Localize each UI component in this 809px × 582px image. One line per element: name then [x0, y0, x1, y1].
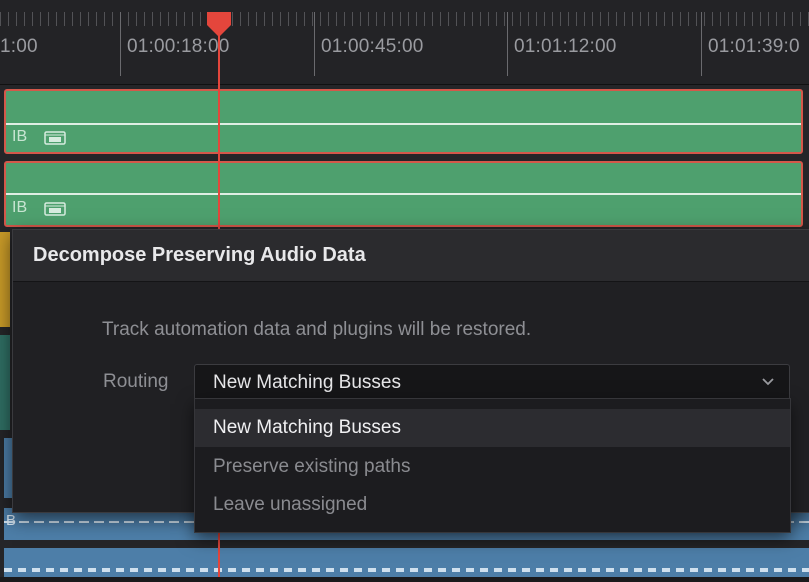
timecode-label: 01:00:18:00: [127, 36, 230, 57]
audio-clip[interactable]: IB: [4, 161, 803, 227]
ruler-minor-ticks: [0, 12, 809, 26]
routing-label: Routing: [103, 371, 169, 392]
ruler-major-tick: [507, 12, 508, 76]
dialog-header: Decompose Preserving Audio Data: [13, 230, 809, 282]
routing-selected-value: New Matching Busses: [213, 372, 401, 393]
routing-select[interactable]: New Matching Busses: [194, 364, 790, 401]
track-color-strip: [0, 335, 10, 430]
chevron-down-icon: [762, 378, 774, 386]
timecode-label: 01:01:39:0: [708, 36, 800, 57]
ruler-major-tick: [120, 12, 121, 76]
timecode-label: 01:00:45:00: [321, 36, 424, 57]
dropdown-option-preserve-existing-paths[interactable]: Preserve existing paths: [195, 448, 790, 486]
audio-clip[interactable]: IB: [4, 89, 803, 154]
ruler-major-tick: [314, 12, 315, 76]
audio-clip-blue[interactable]: [4, 548, 809, 577]
dialog-title: Decompose Preserving Audio Data: [33, 244, 366, 266]
dropdown-option-new-matching-busses[interactable]: New Matching Busses: [195, 409, 790, 447]
playhead-handle-icon[interactable]: [205, 12, 233, 38]
dialog-message: Track automation data and plugins will b…: [102, 319, 532, 340]
track-color-strip: [0, 232, 10, 327]
waveform: [4, 568, 809, 572]
clip-label: IB: [12, 128, 28, 145]
routing-dropdown-menu: New Matching Busses Preserve existing pa…: [194, 398, 791, 533]
clip-volume-line: [6, 193, 801, 195]
timeline-ruler[interactable]: 1:00 01:00:18:00 01:00:45:00 01:01:12:00…: [0, 0, 809, 85]
timecode-label: 1:00: [0, 36, 38, 57]
timecode-label: 01:01:12:00: [514, 36, 617, 57]
ruler-major-tick: [701, 12, 702, 76]
clip-label: IB: [12, 199, 28, 216]
clip-film-icon: [44, 131, 66, 145]
clip-label: B: [6, 512, 17, 529]
dropdown-option-leave-unassigned[interactable]: Leave unassigned: [195, 486, 790, 524]
clip-film-icon: [44, 202, 66, 216]
clip-volume-line: [6, 123, 801, 125]
